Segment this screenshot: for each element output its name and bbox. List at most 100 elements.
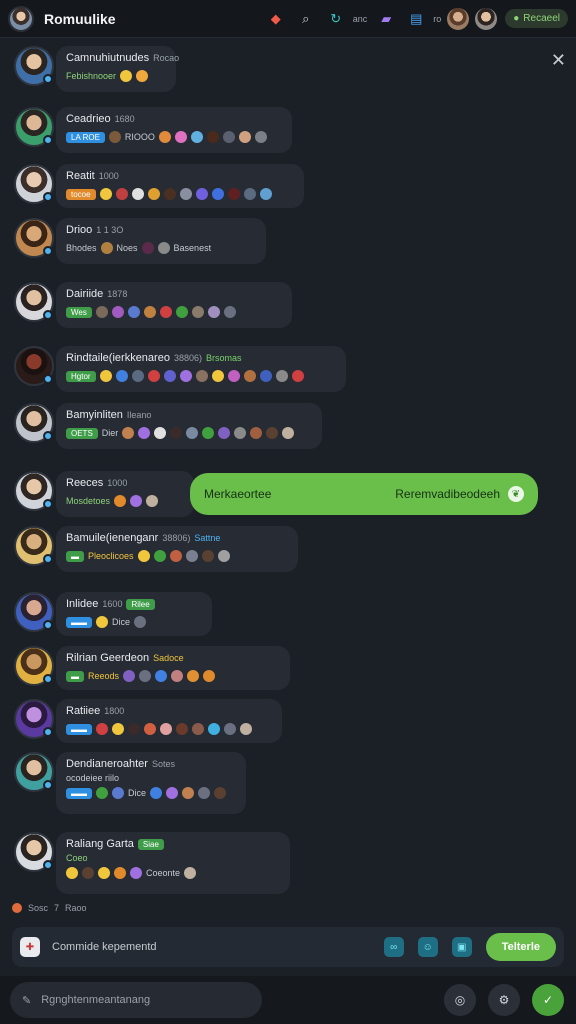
emoji-icon: [187, 670, 200, 682]
send-button[interactable]: Telterle: [485, 933, 556, 961]
emoji-icon: [185, 550, 198, 562]
emoji-icon: [186, 427, 199, 439]
refresh-icon[interactable]: ↻: [325, 8, 347, 30]
avatar[interactable]: [14, 46, 54, 86]
emoji-icon: [184, 867, 197, 879]
message-meta: 1000: [107, 478, 128, 488]
emoji-icon: [234, 427, 247, 439]
emoji-icon: [224, 723, 236, 735]
status-dot: [43, 246, 53, 256]
avatar[interactable]: [14, 832, 54, 872]
sender-name: Reatit: [66, 170, 95, 182]
emoji-icon: [217, 550, 230, 562]
status-dot: [43, 374, 53, 384]
emoji-icon: [128, 723, 140, 735]
user-avatar-2[interactable]: [475, 7, 498, 30]
message-meta: 1000: [98, 171, 119, 181]
avatar[interactable]: [14, 699, 54, 739]
status-tag: ▬: [66, 670, 84, 682]
emoji-icon: [170, 427, 183, 439]
avatar[interactable]: [14, 526, 54, 566]
typing-indicator: Sosc 7 Raoo: [12, 903, 87, 913]
emoji-icon: [96, 723, 108, 735]
notification-icon[interactable]: ◆: [265, 8, 287, 30]
avatar[interactable]: [14, 752, 54, 792]
message-subtext: ocodeiee riilo: [66, 773, 120, 783]
message-bubble: Raliang Garta Siae Coeo Coeonte: [56, 832, 290, 894]
emoji-icon: [66, 867, 78, 879]
emoji-icon: [96, 787, 108, 799]
avatar[interactable]: [14, 592, 54, 632]
emoji-icon: [259, 370, 272, 382]
sender-name: Rilrian Geerdeon: [66, 652, 150, 664]
list-icon[interactable]: ▤: [405, 8, 427, 30]
emoji-icon: [153, 550, 166, 562]
avatar[interactable]: [14, 282, 54, 322]
sender-name: Dairiide: [66, 288, 104, 300]
sent-message[interactable]: Merkaeortee Reremvadibeodeeh ❦: [190, 473, 538, 515]
message-text: Dice: [112, 617, 131, 627]
emoji-icon: [191, 306, 204, 318]
sent-message-status: Reremvadibeodeeh: [395, 487, 500, 501]
status-dot: [43, 74, 53, 84]
reaction-text-b: 7: [54, 903, 60, 913]
sent-message-text: Merkaeortee: [204, 487, 272, 501]
emoji-icon: [243, 188, 256, 200]
status-pill[interactable]: ● Recaeel: [505, 9, 568, 28]
confirm-icon[interactable]: ✓: [532, 984, 564, 1016]
search-icon[interactable]: ⌕: [295, 8, 317, 30]
reply-placeholder: Rgnghtenmeantanang: [41, 994, 151, 1006]
message-meta: 1878: [107, 289, 128, 299]
attachment-icon[interactable]: ✚: [20, 937, 40, 957]
composer-input[interactable]: Commide kepementd: [52, 941, 370, 953]
emoji-icon: [157, 242, 170, 254]
message-meta: 1800: [104, 706, 125, 716]
tag-icon[interactable]: ▰: [375, 8, 397, 30]
settings-icon[interactable]: ⚙: [488, 984, 520, 1016]
message-bubble: Ratiiee 1800 ▬▬: [56, 699, 282, 743]
avatar[interactable]: [14, 107, 54, 147]
avatar[interactable]: [14, 164, 54, 204]
emoji-icon: [195, 188, 208, 200]
avatar[interactable]: [14, 471, 54, 511]
avatar[interactable]: [14, 403, 54, 443]
sender-name: Bamyinliten: [66, 409, 123, 421]
message-bubble: Bamuile(ienenganr 38806) Sattne ▬ Pleoclic…: [56, 526, 298, 572]
message-extra-2: Basenest: [173, 243, 212, 253]
sender-name: Raliang Garta: [66, 838, 134, 850]
avatar[interactable]: [14, 646, 54, 686]
image-icon[interactable]: ▣: [451, 937, 472, 957]
message-text: Coeonte: [146, 868, 181, 878]
status-tag: Hgtor: [66, 370, 96, 382]
bottom-bar: ✎ Rgnghtenmeantanang ◎ ⚙ ✓: [0, 976, 576, 1024]
pill-icon: ●: [513, 13, 520, 24]
close-icon[interactable]: ✕: [551, 50, 566, 71]
avatar[interactable]: [14, 218, 54, 258]
message-highlight: Rilee: [126, 599, 155, 610]
user-avatar-1[interactable]: [447, 7, 470, 30]
message-meta: 1 1 3O: [96, 225, 124, 235]
emoji-icon: [266, 427, 279, 439]
emoji-icon: [99, 370, 112, 382]
emoji-icon: [141, 242, 154, 254]
message-text: Pleoclicoes: [88, 551, 134, 561]
emoji-icon: [115, 370, 128, 382]
status-dot: [43, 780, 53, 790]
emoji-icon: [201, 550, 214, 562]
emoji-picker-icon[interactable]: ☺: [417, 937, 438, 957]
link-icon[interactable]: ∞: [383, 937, 404, 957]
emoji-icon: [144, 723, 156, 735]
emoji-icon: [114, 495, 127, 507]
emoji-icon: [222, 131, 235, 143]
reply-input[interactable]: ✎ Rgnghtenmeantanang: [10, 982, 262, 1018]
emoji-icon: [120, 70, 133, 82]
leaf-icon: ❦: [508, 486, 524, 502]
avatar[interactable]: [14, 346, 54, 386]
message-meta: Sotes: [151, 759, 175, 769]
app-avatar[interactable]: [8, 5, 34, 32]
emoji-icon: [291, 370, 304, 382]
emoji-icon: [82, 867, 94, 879]
emoji-icon: [155, 670, 168, 682]
emoji-icon: [179, 370, 192, 382]
camera-icon[interactable]: ◎: [444, 984, 476, 1016]
